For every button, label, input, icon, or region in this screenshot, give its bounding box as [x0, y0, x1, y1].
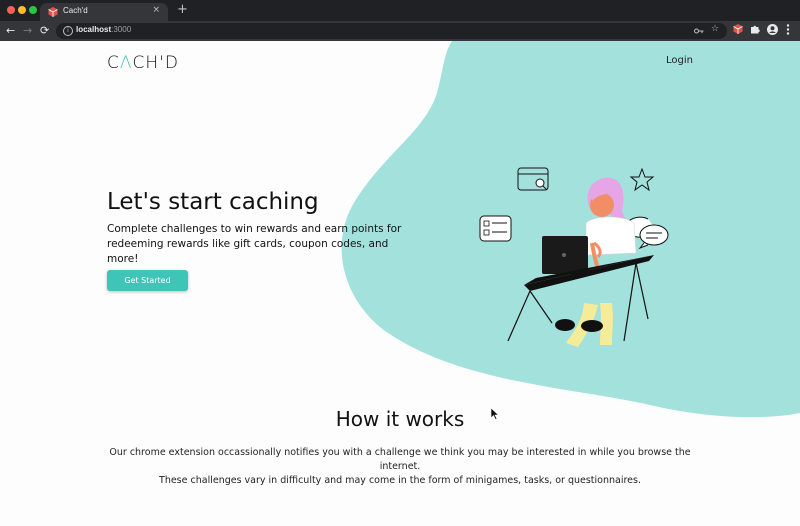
- hero-title: Let's start caching: [107, 189, 319, 215]
- how-description-line-2: These challenges vary in difficulty and …: [159, 475, 641, 486]
- extension-icon[interactable]: [733, 24, 743, 34]
- site-info-icon[interactable]: i: [63, 26, 73, 36]
- key-icon[interactable]: [694, 28, 704, 34]
- minimize-window-button[interactable]: [18, 6, 26, 14]
- how-description-line-1: Our chrome extension occassionally notif…: [109, 447, 691, 472]
- browser-tab-bar: Cach'd × +: [0, 0, 800, 21]
- reload-icon[interactable]: ⟳: [40, 24, 49, 38]
- how-it-works-description: Our chrome extension occassionally notif…: [90, 446, 710, 488]
- address-bar[interactable]: i localhost:3000 ☆: [56, 23, 727, 39]
- sparkle-star-icon: [629, 167, 655, 192]
- hero-subtitle: Complete challenges to win rewards and e…: [107, 223, 402, 265]
- profile-icon[interactable]: [767, 24, 778, 35]
- url-text: localhost:3000: [76, 25, 132, 34]
- back-icon[interactable]: ←: [6, 24, 15, 38]
- browser-toolbar: ← → ⟳ i localhost:3000 ☆: [0, 21, 800, 41]
- browser-tab[interactable]: Cach'd ×: [40, 3, 168, 21]
- star-icon[interactable]: ☆: [711, 24, 719, 34]
- new-tab-button[interactable]: +: [177, 3, 188, 17]
- browser-window-icon: [517, 167, 549, 191]
- menu-icon[interactable]: [786, 24, 790, 35]
- logo[interactable]: CΛCH'D: [107, 53, 179, 73]
- forward-icon[interactable]: →: [23, 24, 32, 38]
- close-window-button[interactable]: [7, 6, 15, 14]
- how-it-works-title: How it works: [335, 407, 465, 431]
- checklist-icon: [479, 215, 512, 242]
- puzzle-icon[interactable]: [750, 24, 760, 34]
- login-link[interactable]: Login: [666, 55, 693, 66]
- mouse-cursor-icon: [491, 408, 499, 420]
- page: CΛCH'D Login Let's start caching Complet…: [0, 41, 800, 526]
- tab-title: Cach'd: [63, 6, 88, 15]
- hero-illustration: [479, 167, 669, 347]
- cube-favicon-icon: [48, 7, 58, 17]
- tab-close-icon[interactable]: ×: [152, 5, 160, 15]
- maximize-window-button[interactable]: [29, 6, 37, 14]
- get-started-button[interactable]: Get Started: [107, 270, 188, 291]
